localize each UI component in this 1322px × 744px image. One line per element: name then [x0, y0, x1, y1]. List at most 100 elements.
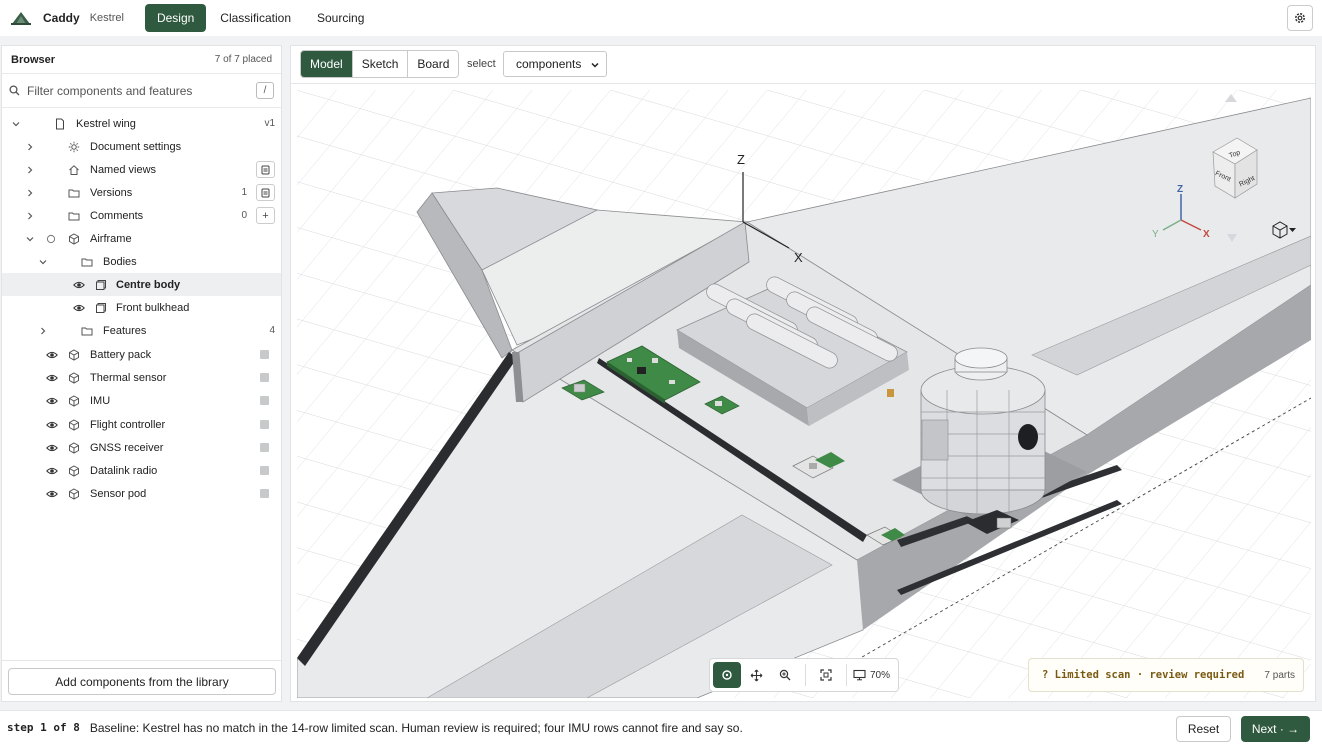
scan-status-panel[interactable]: ? Limited scan · review required 7 parts	[1028, 658, 1304, 692]
mode-board-button[interactable]: Board	[408, 51, 459, 77]
component-swatch	[260, 443, 269, 452]
component-row-flight-controller[interactable]: Flight controller	[2, 413, 281, 436]
mode-sketch-button[interactable]: Sketch	[352, 51, 409, 77]
add-components-button[interactable]: Add components from the library	[8, 668, 276, 695]
settings-button[interactable]	[1287, 5, 1313, 31]
fit-view-button[interactable]	[812, 662, 840, 688]
eye-icon[interactable]	[73, 279, 85, 291]
zoom-button[interactable]	[771, 662, 799, 688]
chevron-right-icon[interactable]	[38, 326, 48, 336]
component-row-sensor-pod[interactable]: Sensor pod	[2, 482, 281, 505]
part-cube-icon	[69, 418, 79, 431]
eye-icon[interactable]	[46, 465, 58, 477]
filter-input[interactable]: Filter components and features	[27, 84, 256, 98]
chevron-down-icon[interactable]	[11, 119, 21, 129]
mode-model-button[interactable]: Model	[301, 51, 353, 77]
component-row-battery-pack[interactable]: Battery pack	[2, 343, 281, 366]
comments-count: 0	[241, 210, 247, 221]
axis-x-label: X	[794, 250, 803, 265]
chevron-right-icon[interactable]	[25, 211, 35, 221]
top-bar: Caddy Kestrel Design Classification Sour…	[0, 0, 1322, 36]
eye-icon[interactable]	[73, 302, 85, 314]
component-row-datalink-radio[interactable]: Datalink radio	[2, 459, 281, 482]
component-row-gnss-receiver[interactable]: GNSS receiver	[2, 436, 281, 459]
zoom-in-icon	[779, 669, 791, 681]
component-swatch	[260, 396, 269, 405]
chevron-right-icon[interactable]	[25, 188, 35, 198]
zoom-level[interactable]: 70%	[870, 670, 890, 681]
tree-item-label: Airframe	[90, 232, 132, 245]
tree-item-comments[interactable]: Comments 0 +	[2, 204, 281, 227]
component-row-thermal-sensor[interactable]: Thermal sensor	[2, 366, 281, 389]
eye-icon[interactable]	[46, 419, 58, 431]
tree-item-centre-body[interactable]: Centre body	[2, 273, 281, 296]
part-cube-icon	[69, 464, 79, 477]
tree-item-features[interactable]: Features 4	[2, 319, 281, 342]
orbit-icon	[722, 670, 732, 680]
filter-field[interactable]: Filter components and features /	[2, 74, 281, 108]
component-row-imu[interactable]: IMU	[2, 389, 281, 412]
component-label: Sensor pod	[90, 487, 147, 500]
component-label: IMU	[90, 394, 111, 407]
tree-item-label: Front bulkhead	[116, 301, 190, 314]
eye-icon[interactable]	[46, 349, 58, 361]
tree-item-bodies[interactable]: Bodies	[2, 250, 281, 273]
tab-classification[interactable]: Classification	[208, 5, 303, 31]
component-label: Flight controller	[90, 418, 166, 431]
tab-sourcing[interactable]: Sourcing	[305, 5, 376, 31]
pan-move-icon	[750, 669, 762, 681]
tree-item-airframe[interactable]: Airframe	[2, 227, 281, 250]
component-swatch	[260, 350, 269, 359]
tab-design[interactable]: Design	[144, 4, 207, 32]
chevron-right-icon[interactable]	[25, 165, 35, 175]
orbit-button[interactable]	[713, 662, 741, 688]
visibility-off-circle-icon[interactable]	[45, 233, 57, 245]
selection-filter-select[interactable]: components	[503, 51, 607, 77]
named-views-doc-button[interactable]	[256, 161, 275, 178]
next-button[interactable]: Next · →	[1241, 716, 1310, 742]
versions-doc-button[interactable]	[256, 184, 275, 201]
gear-icon	[1295, 13, 1305, 23]
settings-sun-icon	[68, 141, 80, 152]
selection-filter-value: components	[516, 57, 582, 71]
reset-button[interactable]: Reset	[1176, 716, 1231, 742]
part-cube-icon	[69, 487, 79, 500]
component-label: GNSS receiver	[90, 441, 164, 454]
document-icon	[56, 118, 64, 129]
toolbar-separator	[846, 664, 847, 686]
step-message: Baseline: Kestrel has no match in the 14…	[89, 720, 743, 735]
triad-y-label: Y	[1152, 229, 1159, 240]
add-comment-button[interactable]: +	[256, 207, 275, 224]
eye-icon[interactable]	[46, 442, 58, 454]
folder-icon	[68, 212, 80, 220]
versions-count: 1	[241, 187, 247, 198]
folder-icon	[81, 258, 93, 266]
chevron-down-icon[interactable]	[38, 257, 48, 267]
part-cube-icon	[69, 232, 79, 245]
sidebar-divider	[2, 660, 281, 661]
tree-item-label: Comments	[90, 209, 144, 222]
scan-status-text: ? Limited scan · review required	[1042, 669, 1245, 681]
tree-item-versions[interactable]: Versions 1	[2, 181, 281, 204]
eye-icon[interactable]	[46, 372, 58, 384]
chevron-down-icon[interactable]	[25, 234, 35, 244]
tree-root-kestrel-wing[interactable]: Kestrel wing v1	[2, 112, 281, 135]
chevron-down-icon	[591, 62, 599, 68]
eye-icon[interactable]	[46, 488, 58, 500]
eye-icon[interactable]	[46, 395, 58, 407]
model-scene[interactable]: Z X Z X Y Top Front Right	[297, 90, 1311, 698]
tree-item-label: Versions	[90, 186, 133, 199]
filter-shortcut-key: /	[256, 82, 274, 99]
display-monitor-icon[interactable]	[853, 669, 866, 681]
model-viewport[interactable]: Model Sketch Board select components Z X…	[290, 45, 1316, 702]
component-label: Thermal sensor	[90, 371, 167, 384]
toolbar-separator	[805, 664, 806, 686]
tree-item-label: Document settings	[90, 140, 182, 153]
part-cube-icon	[69, 394, 79, 407]
tree-item-named-views[interactable]: Named views	[2, 158, 281, 181]
chevron-right-icon[interactable]	[25, 142, 35, 152]
pan-button[interactable]	[742, 662, 770, 688]
tree-item-document-settings[interactable]: Document settings	[2, 135, 281, 158]
triad-z-label: Z	[1177, 184, 1183, 195]
tree-item-front-bulkhead[interactable]: Front bulkhead	[2, 296, 281, 319]
